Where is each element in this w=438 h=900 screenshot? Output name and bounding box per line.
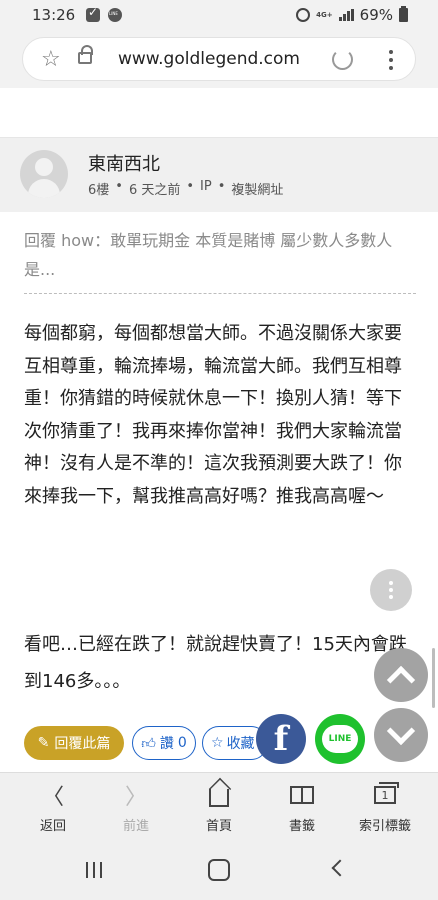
check-app-icon xyxy=(86,5,100,22)
meta-separator: • xyxy=(217,179,226,194)
more-options-button[interactable] xyxy=(370,569,412,611)
avatar[interactable] xyxy=(20,150,68,198)
post-content-paragraph-1: 每個都窮，每個都想當大師。不過沒關係大家要互相尊重，輪流捧場，輪流當大師。我們互… xyxy=(24,323,402,507)
home-icon-wrap xyxy=(184,781,254,809)
more-vert-icon[interactable] xyxy=(387,47,395,73)
nav-bookmarks-label: 書籤 xyxy=(288,819,315,834)
chevron-up-icon xyxy=(386,665,416,695)
alarm-icon xyxy=(296,8,311,22)
tabs-icon: 1 xyxy=(374,782,399,804)
post-meta: 6樓 • 6 天之前 • IP • 複製網址 xyxy=(88,179,283,198)
battery-percent: 69% xyxy=(359,6,393,24)
status-time: 13:26 xyxy=(32,6,76,24)
system-back-icon[interactable] xyxy=(331,859,349,877)
network-type: 4G+ xyxy=(316,10,333,19)
signal-icon xyxy=(338,9,354,21)
home-icon xyxy=(209,789,229,807)
url-text[interactable]: www.goldlegend.com xyxy=(118,49,300,69)
star-outline-icon: ☆ xyxy=(211,735,224,751)
nav-tabs-label: 索引標籤 xyxy=(358,819,411,834)
scroll-up-button[interactable] xyxy=(374,648,428,702)
nav-home[interactable]: 首頁 xyxy=(184,781,254,834)
nav-forward-label: 前進 xyxy=(122,819,149,834)
browser-bottom-nav: 〈 返回 〉 前進 首頁 書籤 1 索引標籤 xyxy=(0,772,438,840)
line-icon: LINE xyxy=(322,725,358,753)
copy-link[interactable]: 複製網址 xyxy=(231,179,283,198)
reply-button-label: 回覆此篇 xyxy=(54,736,111,752)
like-label: 讚 xyxy=(159,736,174,752)
nav-back-label: 返回 xyxy=(39,819,66,834)
reply-button[interactable]: ✎ 回覆此篇 xyxy=(24,726,124,760)
address-bar[interactable]: ☆ www.goldlegend.com xyxy=(22,37,416,81)
system-home-icon[interactable] xyxy=(208,859,230,881)
divider xyxy=(24,293,416,294)
nav-back[interactable]: 〈 返回 xyxy=(18,781,88,834)
browser-toolbar: ☆ www.goldlegend.com xyxy=(0,30,438,88)
line-app-icon xyxy=(108,8,122,22)
post-content-paragraph-2: 看吧…已經在跌了！就說趕快賣了！15天內會跌到146多。。。 xyxy=(24,634,407,692)
forward-arrow-icon: 〉 xyxy=(124,785,147,810)
floor-number: 6樓 xyxy=(88,183,110,198)
back-arrow-icon: 〈 xyxy=(41,785,64,810)
reply-quote[interactable]: 回覆 how：敢單玩期金 本質是賭博 屬少數人多數人是... xyxy=(24,226,416,284)
meta-separator: • xyxy=(115,179,123,194)
status-right: 4G+ 69% xyxy=(296,6,408,24)
nav-home-label: 首頁 xyxy=(205,819,232,834)
post-header: 東南西北 6樓 • 6 天之前 • IP • 複製網址 xyxy=(0,138,438,212)
bookmark-icon-wrap xyxy=(267,781,337,809)
lock-icon[interactable] xyxy=(78,45,93,64)
page-top-strip xyxy=(0,88,438,138)
battery-icon xyxy=(399,6,408,22)
thumbs-up-icon: 👍︎ xyxy=(141,735,156,752)
ip-link[interactable]: IP xyxy=(200,179,212,198)
star-icon[interactable]: ☆ xyxy=(41,47,61,72)
favorite-label: 收藏 xyxy=(226,736,255,752)
facebook-share-button[interactable]: f xyxy=(256,714,306,764)
author-name[interactable]: 東南西北 xyxy=(88,150,160,176)
meta-separator: • xyxy=(186,179,195,194)
scroll-down-button[interactable] xyxy=(374,708,428,762)
line-share-button[interactable]: LINE xyxy=(315,714,365,764)
pencil-icon: ✎ xyxy=(37,735,50,751)
nav-bookmarks[interactable]: 書籤 xyxy=(267,781,337,834)
status-bar: 13:26 4G+ 69% xyxy=(0,0,438,30)
like-button[interactable]: 👍︎ 讚 0 xyxy=(132,726,196,760)
like-count: 0 xyxy=(177,735,187,751)
tabs-icon-wrap: 1 xyxy=(350,781,420,809)
recent-apps-icon[interactable] xyxy=(86,862,102,878)
chevron-down-icon xyxy=(386,716,416,746)
post-time: 6 天之前 xyxy=(128,183,181,198)
system-navigation-bar xyxy=(0,840,438,900)
nav-tabs[interactable]: 1 索引標籤 xyxy=(350,781,420,834)
scrollbar[interactable] xyxy=(432,648,435,708)
bookmark-icon xyxy=(290,786,314,804)
nav-forward[interactable]: 〉 前進 xyxy=(101,781,171,834)
facebook-icon: f xyxy=(273,719,289,759)
reload-icon[interactable] xyxy=(332,49,353,70)
